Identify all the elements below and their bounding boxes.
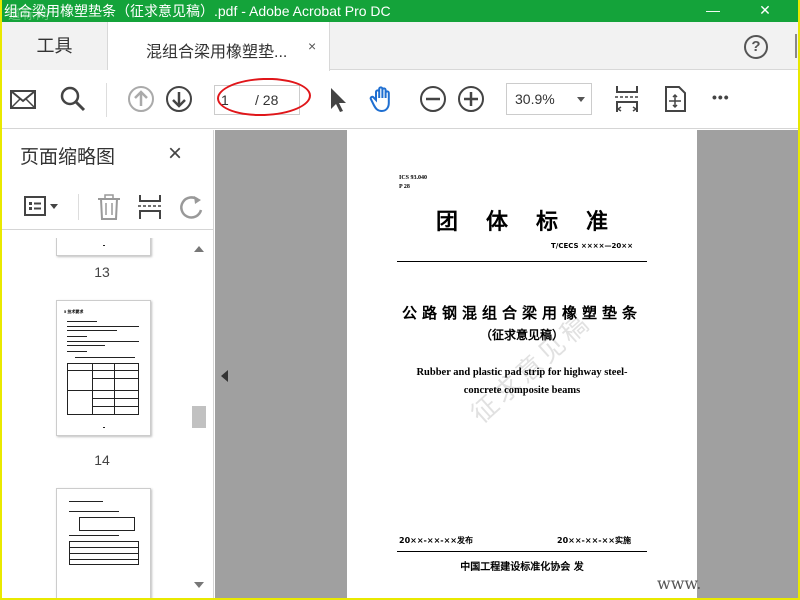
thumbnail-text-line [67,351,87,352]
title-en-line-1: Rubber and plastic pad strip for highway… [416,367,628,378]
panel-title: 页面缩略图 [20,147,116,168]
divider [795,34,797,58]
ics-number: ICS 93.040 [399,175,428,181]
scroll-up-icon[interactable] [194,246,204,252]
close-window-button[interactable]: ✕ [750,0,780,22]
rotate-icon[interactable] [176,192,206,222]
tab-document-label: 混组合梁用橡塑垫... [146,44,288,61]
document-title-en: Rubber and plastic pad strip for highway… [407,364,637,400]
chevron-down-icon [577,97,585,102]
page-thumbnail-number: 14 [94,452,110,468]
tab-document[interactable]: 混组合梁用橡塑垫... × [108,22,330,71]
thumbnail-text-line [67,330,117,331]
select-cursor-icon[interactable] [322,84,352,114]
page-thumbnail[interactable] [56,488,151,598]
thumbnail-table-rule [68,370,138,371]
toolbar-separator [106,83,107,117]
standard-type-heading: 团体标准 [435,210,636,235]
scroll-down-icon[interactable] [194,582,204,588]
thumbnail-page-mark [103,427,105,428]
implement-date: 20××-××-××实施 [557,536,631,545]
tab-tools[interactable]: 工具 [2,22,108,70]
thumbnail-text-line [69,501,103,502]
thumbnail-table-rule [70,547,138,548]
thumbnail-text-line [67,326,139,327]
thumbnail-table-rule [92,398,138,399]
title-en-line-2: concrete composite beams [463,385,581,396]
thumbnail-table-rule [70,559,138,560]
thumbnail-page-mark [103,245,105,246]
thumbnail-text-line [67,336,87,337]
thumbnail-panel: 页面缩略图 × 13 5 技术要求 14 [2,130,214,598]
zoom-out-icon[interactable] [418,84,448,114]
web-watermark: www. [657,574,702,593]
tab-close-button[interactable]: × [308,38,316,54]
divider-line [397,261,647,262]
title-bar: 组合梁用橡塑垫条（征求意见稿）.pdf - Adobe Acrobat Pro … [2,0,798,22]
window-title: 组合梁用橡塑垫条（征求意见稿）.pdf - Adobe Acrobat Pro … [4,3,391,19]
thumbnail-table-rule [70,553,138,554]
thumbnail-table-rule [92,406,138,407]
standard-code: T/CECS ××××—20×× [551,242,633,250]
title-watermark: 道标网 [8,7,51,22]
thumbnail-table [67,363,139,415]
full-screen-icon[interactable] [660,84,690,114]
divider-line [397,551,647,552]
page-thumbnail-number: 13 [94,264,110,280]
scrollbar-thumb[interactable] [192,406,206,428]
zoom-select[interactable]: 30.9% [506,83,592,115]
search-icon[interactable] [58,84,88,114]
collapse-panel-icon[interactable] [221,370,228,382]
thumbnail-table [69,541,139,565]
panel-close-button[interactable]: × [168,140,182,168]
tab-bar: 工具 混组合梁用橡塑垫... × ? [2,22,798,71]
classification-code: P 28 [399,184,410,190]
document-subtitle-cn: （征求意见稿） [479,328,564,342]
thumbnail-text-line [67,321,97,322]
thumbnail-text-line [67,345,105,346]
thumbnail-text-line [69,535,119,536]
thumbnail-table-rule [68,390,138,391]
extract-pages-icon[interactable] [136,192,166,222]
thumbnail-text-line [67,341,139,342]
more-options-icon[interactable]: ••• [712,89,730,105]
zoom-in-icon[interactable] [456,84,486,114]
hand-tool-icon[interactable] [368,84,398,114]
trash-icon[interactable] [94,192,124,222]
thumbnail-scrollbar[interactable] [190,238,208,598]
email-icon[interactable] [8,84,38,114]
publish-date: 20××-××-××发布 [399,536,473,545]
issuing-organization: 中国工程建设标准化协会 发 [460,562,584,573]
zoom-value: 30.9% [515,91,555,107]
thumbnail-text-line [75,357,135,358]
minimize-button[interactable]: — [698,0,728,22]
thumbnail-table-rule [92,364,93,414]
thumbnail-table-rule [114,364,115,414]
previous-page-icon[interactable] [126,84,156,114]
thumbnail-toolbar [2,186,214,230]
toolbar: 1 / 28 30.9% ••• [2,71,798,129]
thumbnail-text-line [69,511,119,512]
page-thumbnail[interactable] [56,238,151,256]
document-title-cn: 公路钢混组合梁用橡塑垫条 [401,304,642,322]
next-page-icon[interactable] [164,84,194,114]
thumbnail-table [79,517,135,531]
help-icon[interactable]: ? [744,35,768,59]
fit-page-icon[interactable] [612,84,642,114]
pdf-page: ICS 93.040 P 28 团体标准 T/CECS ××××—20×× 征求… [347,130,701,598]
options-menu-icon[interactable] [22,194,62,220]
document-view[interactable]: ICS 93.040 P 28 团体标准 T/CECS ××××—20×× 征求… [215,130,798,598]
toolbar-separator [78,194,79,220]
page-thumbnail[interactable]: 5 技术要求 [56,300,151,436]
app-window: 组合梁用橡塑垫条（征求意见稿）.pdf - Adobe Acrobat Pro … [2,0,798,598]
ics-code: ICS 93.040 P 28 [399,174,427,192]
thumbnail-table-rule [92,378,138,379]
thumbnail-heading: 5 技术要求 [64,309,84,314]
thumbnail-list: 13 5 技术要求 14 [2,238,188,598]
